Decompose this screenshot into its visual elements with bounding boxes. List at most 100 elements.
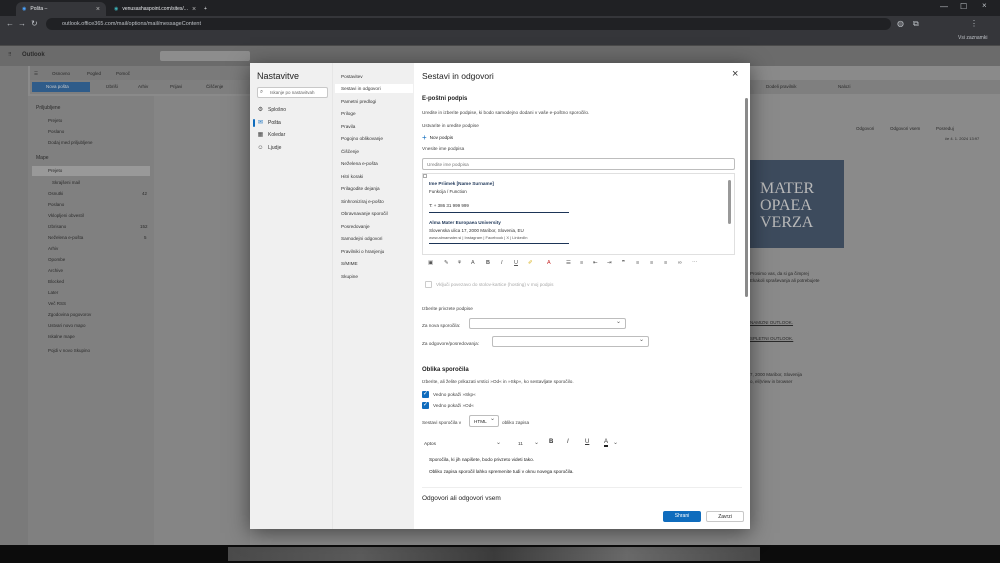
message-link[interactable]: NAMIZNI OUTLOOK.	[750, 320, 793, 325]
fav-folder[interactable]: Poslano	[48, 129, 64, 134]
subcategory-attachments[interactable]: Priloge	[341, 111, 356, 116]
italic-icon[interactable]: I	[567, 439, 569, 445]
go-to-group-link[interactable]: Pojdi v novo Skupino	[48, 348, 90, 353]
browser-tab-sharepoint[interactable]: ◉ venusashaspoint.com/sites/... ×	[108, 2, 200, 16]
font-color-icon[interactable]: A	[604, 439, 609, 447]
subcategory-smart-suggestions[interactable]: Pametni predlogi	[341, 99, 376, 104]
folder-item[interactable]: Vklopljeni obvestil	[48, 213, 84, 218]
folder-item[interactable]: Later	[48, 290, 58, 295]
subcategory-message-handling[interactable]: Obravnavanje sporočil	[341, 211, 388, 216]
subcategory-sweep[interactable]: Čiščenje	[341, 149, 359, 154]
content-scrollbar[interactable]	[745, 98, 748, 297]
reply-all-button[interactable]: Odgovori vsem	[890, 126, 920, 131]
underline-icon[interactable]: U	[514, 260, 518, 266]
ribbon-tab-home[interactable]: Osnovno	[52, 71, 70, 76]
subcategory-customize-actions[interactable]: Prilagodite dejanja	[341, 186, 380, 191]
format-painter-icon[interactable]: ⚘	[457, 260, 462, 266]
folder-item[interactable]: Več RSS	[48, 301, 66, 306]
tab-close-icon[interactable]: ×	[192, 6, 196, 13]
always-show-bcc-checkbox[interactable]: ✓	[422, 391, 429, 398]
indent-icon[interactable]: ⇥	[607, 260, 612, 266]
subcategory-automatic-replies[interactable]: Samodejni odgovori	[341, 236, 382, 241]
highlight-icon[interactable]: ✐	[528, 260, 533, 266]
image-icon[interactable]: ▣	[428, 260, 433, 266]
forward-icon[interactable]: →	[18, 19, 26, 28]
font-size-icon[interactable]: A	[471, 260, 475, 266]
subcategory-conditional-formatting[interactable]: Pogojno oblikovanje	[341, 136, 383, 141]
menu-icon[interactable]: ⋮	[970, 19, 978, 28]
outdent-icon[interactable]: ⇤	[593, 260, 598, 266]
archive-button[interactable]: Arhiv	[138, 84, 148, 89]
folder-item[interactable]: Poslano	[48, 202, 64, 207]
add-favorite-link[interactable]: Dodaj med priljubljene	[48, 140, 93, 145]
subcategory-forwarding[interactable]: Posredovanje	[341, 224, 370, 229]
new-signature-button[interactable]: + Nov podpis	[422, 133, 453, 142]
subcategory-compose-reply[interactable]: Sestavi in odgovori	[335, 84, 413, 93]
sweep-button[interactable]: Čiščenje	[206, 84, 223, 89]
extensions-icon[interactable]: ⧉	[913, 19, 919, 29]
subcategory-layout[interactable]: Postavitev	[341, 74, 363, 79]
url-field[interactable]: outlook.office365.com/mail/options/mail/…	[46, 18, 891, 30]
subcategory-smime[interactable]: S/MIME	[341, 261, 358, 266]
back-icon[interactable]: ←	[6, 19, 14, 28]
new-messages-signature-select[interactable]	[469, 318, 626, 329]
browser-tab-outlook[interactable]: ◉ Pošta – ×	[16, 2, 106, 16]
subcategory-retention-policies[interactable]: Pravilniki o hranjenju	[341, 249, 384, 254]
subcategory-sync-email[interactable]: Sinhroniziraj e-pošto	[341, 199, 384, 204]
ribbon-tab-view[interactable]: Pogled	[87, 71, 101, 76]
folder-item[interactable]: Blocked	[48, 279, 64, 284]
category-calendar[interactable]: ▦ Koledar	[257, 130, 331, 140]
maximize-icon[interactable]: ☐	[960, 2, 967, 11]
align-center-icon[interactable]: ≡	[650, 260, 653, 266]
quote-icon[interactable]: ❞	[622, 260, 625, 266]
subcategory-rules[interactable]: Pravila	[341, 124, 355, 129]
align-left-icon[interactable]: ≡	[636, 260, 639, 266]
window-close-icon[interactable]: ×	[982, 1, 987, 10]
link-icon[interactable]: ∞	[678, 260, 682, 266]
editor-resize-handle[interactable]	[423, 174, 427, 178]
folder-item[interactable]: Arhiv	[48, 246, 58, 251]
folder-item[interactable]: Prejeto	[48, 168, 62, 173]
tab-close-icon[interactable]: ×	[96, 6, 100, 13]
delete-button[interactable]: Izbriši	[106, 84, 118, 89]
folder-item[interactable]: Skrajšeni mail	[52, 180, 80, 185]
save-button[interactable]: Shrani	[663, 511, 701, 522]
bold-icon[interactable]: B	[486, 260, 490, 266]
folders-header[interactable]: Mape	[36, 155, 49, 161]
ribbon-tab-help[interactable]: Pomoč	[116, 71, 130, 76]
font-family-select[interactable]: Aptos	[424, 441, 436, 446]
category-mail[interactable]: ✉ Pošta	[257, 118, 331, 128]
underline-icon[interactable]: U	[585, 439, 589, 445]
subcategory-quick-steps[interactable]: Hitri koraki	[341, 174, 363, 179]
replies-signature-select[interactable]	[492, 336, 649, 347]
folder-item[interactable]: Neželena e-pošta	[48, 235, 83, 240]
more-icon[interactable]: ⋯	[692, 260, 698, 266]
align-right-icon[interactable]: ≡	[664, 260, 667, 266]
close-icon[interactable]: ×	[732, 68, 738, 80]
signature-editor[interactable]: Ime Priimek [Name Surname] Funkcija / Fu…	[422, 173, 735, 255]
settings-search-input[interactable]: Iskanje po nastavitvah	[257, 87, 328, 98]
folder-item[interactable]: Archive	[48, 268, 63, 273]
profile-icon[interactable]: ◍	[897, 19, 904, 28]
report-button[interactable]: Prijavi	[170, 84, 182, 89]
new-mail-button[interactable]: Nova pošta	[32, 82, 90, 92]
paint-icon[interactable]: ✎	[444, 260, 449, 266]
folder-item[interactable]: Iskalne mape	[48, 334, 75, 339]
folder-item[interactable]: Izbrisano	[48, 224, 66, 229]
folder-item[interactable]: Opombe	[48, 257, 65, 262]
forward-button[interactable]: Posreduj	[936, 126, 954, 131]
bullets-icon[interactable]: ☰	[566, 260, 571, 266]
favorites-header[interactable]: Priljubljene	[36, 105, 60, 111]
include-link-checkbox[interactable]	[425, 281, 432, 288]
subcategory-groups[interactable]: Skupine	[341, 274, 358, 279]
numbering-icon[interactable]: ≡	[580, 260, 583, 266]
editor-scrollbar[interactable]	[728, 180, 731, 224]
font-size-select[interactable]: 11	[518, 441, 523, 446]
assign-policy-button[interactable]: Dodeli pravilnik	[766, 84, 797, 89]
message-link[interactable]: SPLETNI OUTLOOK.	[750, 336, 793, 341]
app-grid-icon[interactable]: ⠿	[8, 52, 12, 58]
minimize-icon[interactable]: —	[940, 2, 948, 11]
always-show-from-checkbox[interactable]: ✓	[422, 402, 429, 409]
create-folder-link[interactable]: Ustvari novo mapo	[48, 323, 86, 328]
settings-ribbon-button[interactable]: Nalozi	[838, 84, 851, 89]
